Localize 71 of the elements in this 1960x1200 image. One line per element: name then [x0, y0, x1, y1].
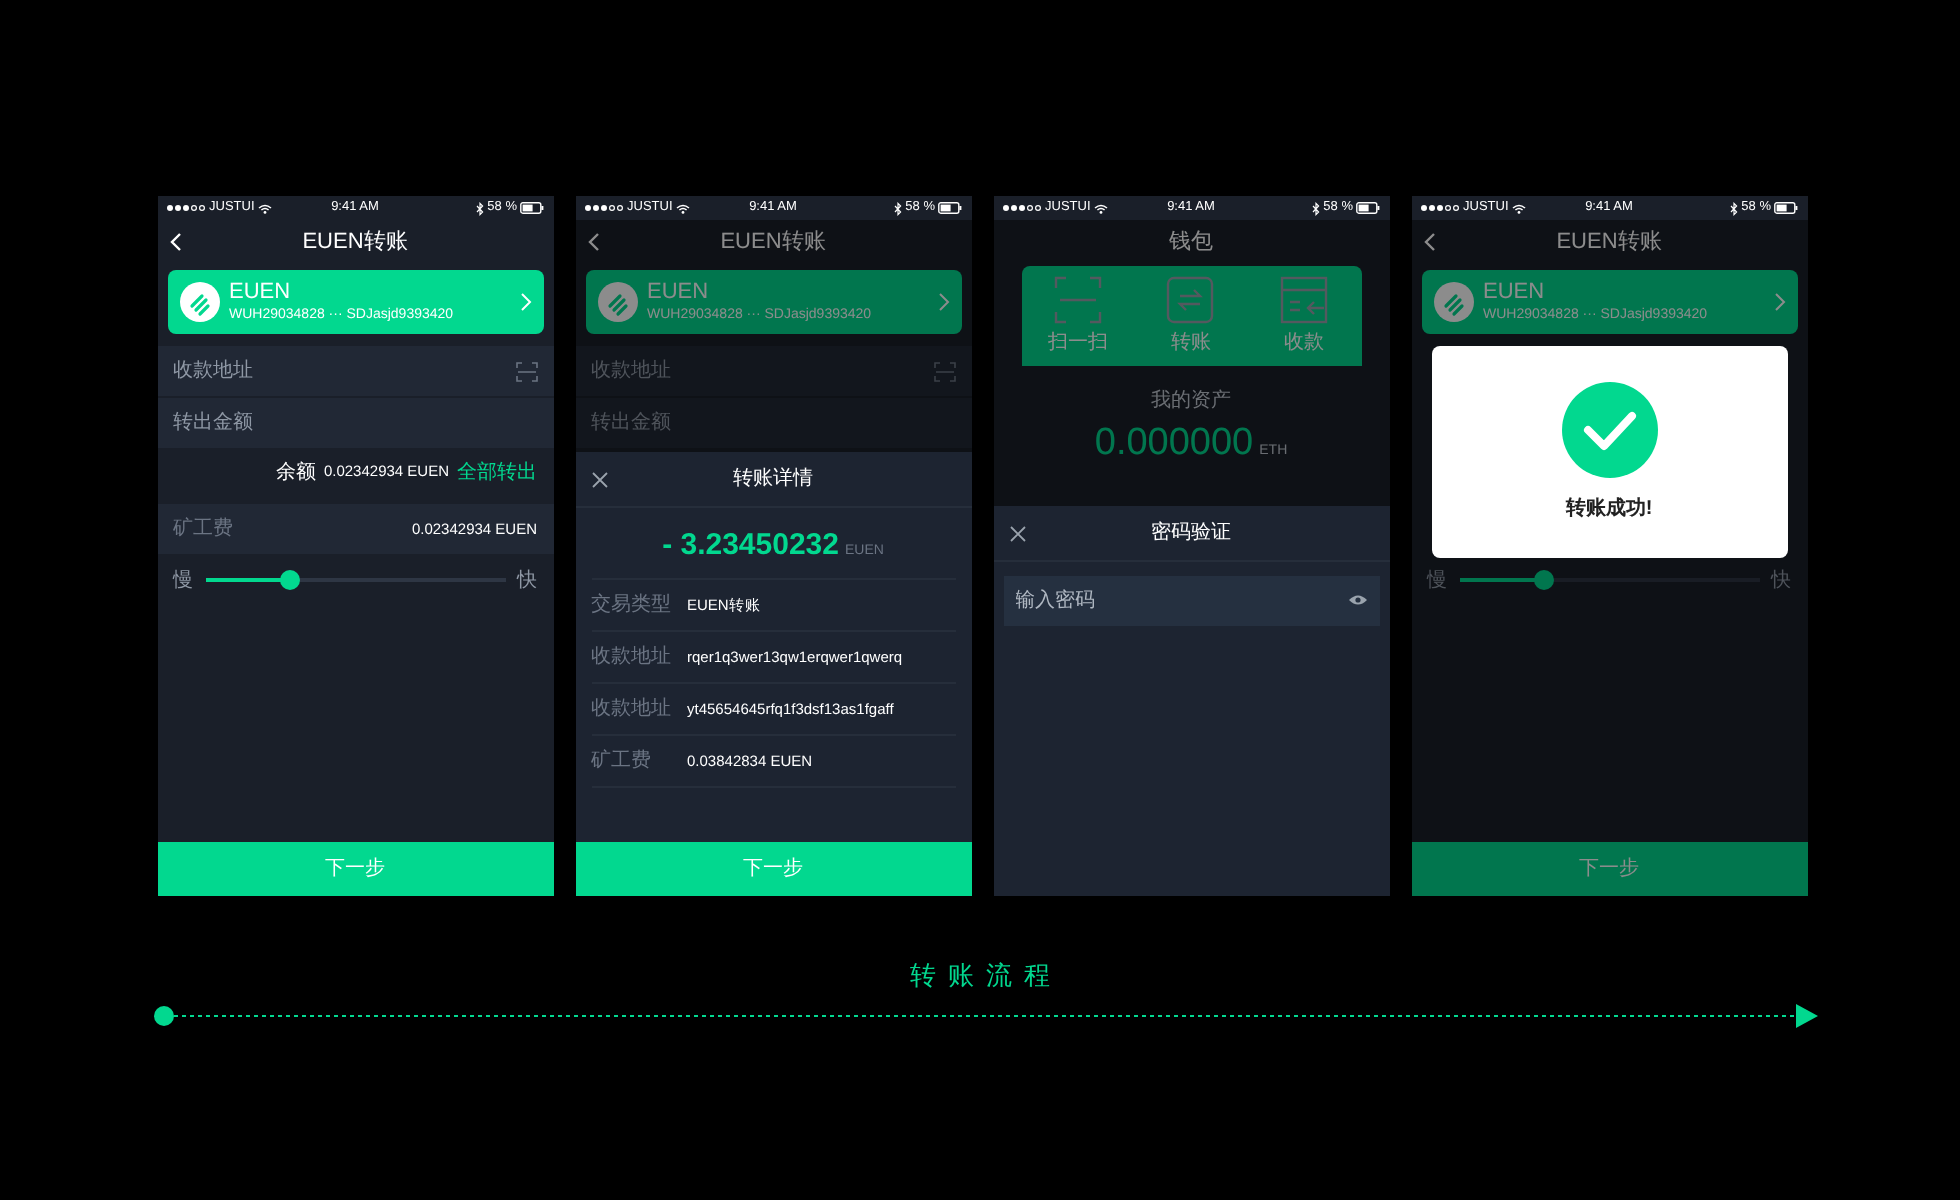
- bluetooth-icon: [1729, 201, 1738, 215]
- assets-label: 我的资产: [1149, 387, 1233, 416]
- wallet-action-button[interactable]: 扫一扫: [1021, 275, 1135, 357]
- detail-label: 矿工费: [591, 747, 653, 776]
- scan-frame-icon: [1053, 275, 1102, 323]
- scan-icon[interactable]: [515, 361, 537, 381]
- password-field[interactable]: 输入密码: [1003, 576, 1379, 626]
- signal-icon: [583, 204, 623, 212]
- receive-icon: [1280, 275, 1329, 323]
- bluetooth-icon: [475, 201, 484, 215]
- back-icon[interactable]: [1423, 232, 1435, 252]
- transfer-all-link[interactable]: 全部转出: [457, 457, 537, 487]
- detail-label: 收款地址: [591, 695, 671, 724]
- slider-thumb[interactable]: [1533, 570, 1553, 590]
- screen-title: EUEN转账: [1554, 227, 1664, 258]
- field-label: 转出金额: [173, 409, 253, 438]
- battery-icon: [520, 202, 545, 214]
- slow-label: 慢: [1427, 567, 1447, 595]
- eye-icon[interactable]: [1347, 594, 1367, 606]
- coin-logo-icon: [597, 282, 637, 322]
- fee-label: 矿工费: [173, 515, 233, 544]
- flow-label: 转账流程: [908, 958, 1062, 994]
- chevron-right-icon: [1773, 292, 1785, 312]
- next-button[interactable]: 下一步: [1411, 842, 1807, 896]
- bluetooth-icon: [893, 201, 902, 215]
- wallet-name: EUEN: [647, 282, 711, 304]
- detail-label: 交易类型: [591, 591, 671, 620]
- slow-label: 慢: [173, 567, 193, 595]
- next-button[interactable]: 下一步: [575, 842, 971, 896]
- bluetooth-icon: [1311, 201, 1320, 215]
- field-label: 收款地址: [173, 357, 253, 386]
- close-icon[interactable]: [591, 471, 607, 487]
- fast-label: 快: [1771, 567, 1791, 595]
- signal-icon: [1419, 204, 1459, 212]
- assets-value: 0.000000: [1094, 420, 1254, 468]
- coin-logo-icon: [179, 282, 219, 322]
- sheet-title: 转账详情: [731, 465, 815, 494]
- battery-icon: [1356, 202, 1381, 214]
- success-message: 转账成功!: [1565, 495, 1653, 523]
- slider-thumb[interactable]: [279, 570, 299, 590]
- wallet-action-button[interactable]: 收款: [1247, 275, 1361, 357]
- battery-icon: [1774, 202, 1799, 214]
- field-label: 收款地址: [591, 357, 671, 386]
- field-label: 转出金额: [591, 409, 671, 438]
- signal-icon: [165, 204, 205, 212]
- wallet-name: EUEN: [229, 282, 293, 304]
- signal-icon: [1001, 204, 1041, 212]
- chevron-right-icon: [519, 292, 531, 312]
- wallet-action-button[interactable]: 转账: [1134, 275, 1248, 357]
- close-icon[interactable]: [1009, 525, 1025, 541]
- next-button[interactable]: 下一步: [157, 842, 553, 896]
- wifi-icon: [676, 203, 691, 213]
- fast-label: 快: [517, 567, 537, 595]
- transfer-amount: - 3.23450232: [662, 526, 839, 566]
- balance-label: 余额: [275, 459, 316, 487]
- back-icon[interactable]: [169, 232, 181, 252]
- screen-title: EUEN转账: [718, 227, 828, 258]
- wifi-icon: [258, 203, 273, 213]
- wifi-icon: [1094, 203, 1109, 213]
- wallet-name: EUEN: [1483, 282, 1547, 304]
- sheet-title: 密码验证: [1149, 519, 1233, 548]
- coin-logo-icon: [1433, 282, 1473, 322]
- detail-label: 收款地址: [591, 643, 671, 672]
- battery-icon: [938, 202, 963, 214]
- screen-title: EUEN转账: [300, 227, 410, 258]
- wifi-icon: [1512, 203, 1527, 213]
- screen-title: 钱包: [1167, 227, 1215, 258]
- check-circle-icon: [1561, 381, 1657, 477]
- back-icon[interactable]: [587, 232, 599, 252]
- swap-arrows-icon: [1166, 275, 1215, 323]
- chevron-right-icon: [937, 292, 949, 312]
